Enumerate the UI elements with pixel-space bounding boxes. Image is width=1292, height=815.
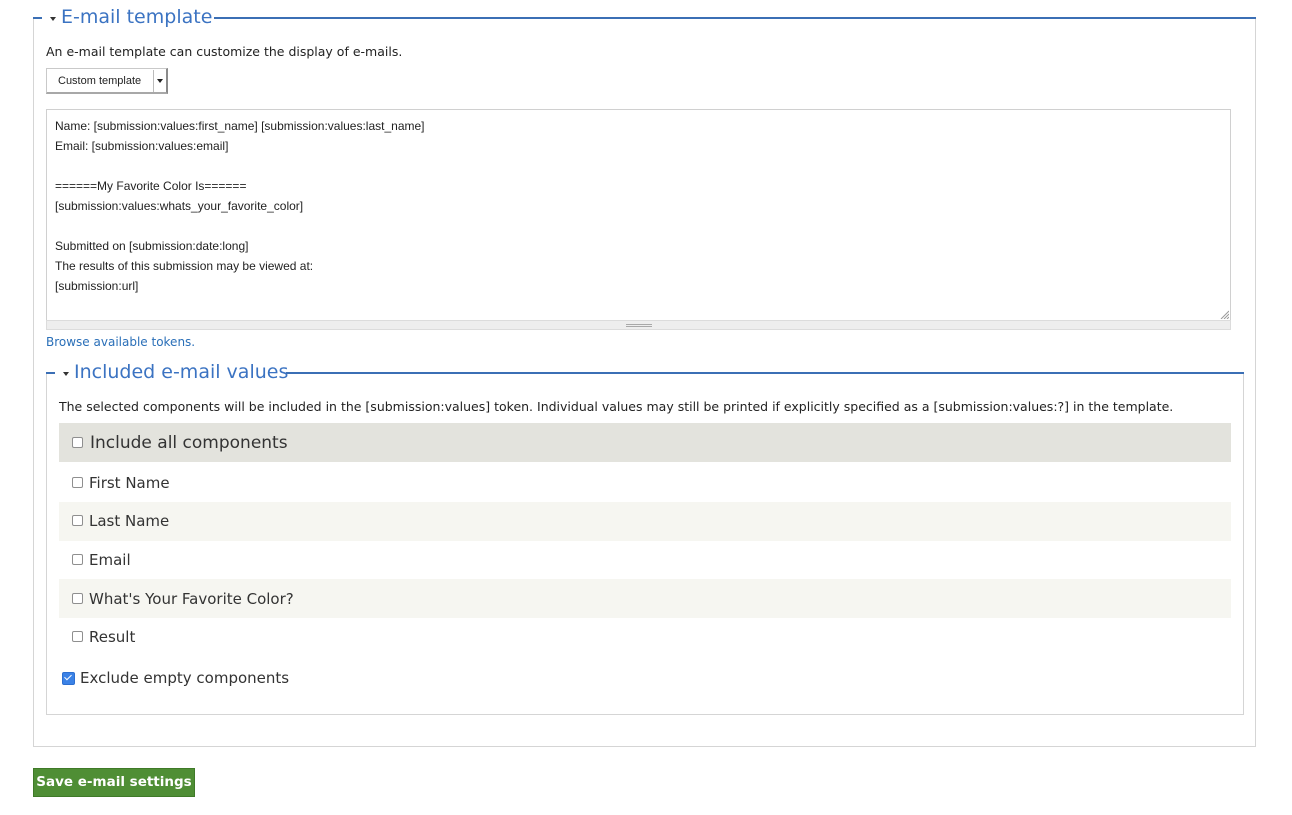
- result-checkbox[interactable]: [72, 631, 83, 642]
- component-row-email[interactable]: Email: [59, 540, 1231, 579]
- included-values-description: The selected components will be included…: [59, 399, 1174, 414]
- component-row-first-name[interactable]: First Name: [59, 463, 1231, 502]
- chevron-down-icon: [157, 79, 163, 83]
- textarea-grippie[interactable]: [46, 320, 1231, 330]
- template-line: ======My Favorite Color Is======: [55, 179, 247, 193]
- email-template-description: An e-mail template can customize the dis…: [46, 44, 403, 59]
- last-name-label: Last Name: [89, 512, 170, 530]
- included-values-legend-line-left: [46, 372, 55, 374]
- component-row-last-name[interactable]: Last Name: [59, 502, 1231, 541]
- exclude-empty-checkbox[interactable]: [62, 672, 75, 685]
- template-line: [submission:values:whats_your_favorite_c…: [55, 199, 304, 213]
- collapse-caret-icon[interactable]: [50, 17, 56, 21]
- template-line: Email: [submission:values:email]: [55, 139, 229, 153]
- select-divider: [153, 70, 154, 92]
- template-select-value: Custom template: [58, 75, 142, 87]
- email-template-legend[interactable]: E-mail template: [61, 6, 212, 28]
- collapse-caret-icon[interactable]: [63, 372, 69, 376]
- save-email-settings-button[interactable]: Save e-mail settings: [33, 768, 195, 797]
- grippie-line: [626, 324, 652, 325]
- last-name-checkbox[interactable]: [72, 515, 83, 526]
- template-line: [submission:url]: [55, 279, 139, 293]
- favorite-color-checkbox[interactable]: [72, 593, 83, 604]
- email-template-legend-line-left: [33, 17, 42, 19]
- grippie-line: [626, 326, 652, 327]
- template-textarea[interactable]: Name: [submission:values:first_name] [su…: [46, 109, 1231, 321]
- template-line: Submitted on [submission:date:long]: [55, 239, 249, 253]
- first-name-label: First Name: [89, 474, 170, 492]
- component-row-result[interactable]: Result: [59, 618, 1231, 657]
- included-values-legend[interactable]: Included e-mail values: [74, 361, 288, 383]
- email-template-legend-line-right: [214, 17, 1256, 19]
- component-row-favorite-color[interactable]: What's Your Favorite Color?: [59, 579, 1231, 618]
- include-all-label: Include all components: [90, 433, 288, 453]
- template-line: The results of this submission may be vi…: [55, 259, 314, 273]
- include-all-checkbox[interactable]: [72, 437, 83, 448]
- template-line: Name: [submission:values:first_name] [su…: [55, 119, 425, 133]
- email-checkbox[interactable]: [72, 554, 83, 565]
- favorite-color-label: What's Your Favorite Color?: [89, 590, 294, 608]
- template-select[interactable]: Custom template: [46, 68, 168, 94]
- exclude-empty-label[interactable]: Exclude empty components: [80, 669, 289, 687]
- result-label: Result: [89, 628, 136, 646]
- first-name-checkbox[interactable]: [72, 477, 83, 488]
- include-all-row[interactable]: Include all components: [59, 423, 1231, 462]
- resize-handle-icon[interactable]: [1219, 309, 1229, 319]
- email-label: Email: [89, 551, 131, 569]
- browse-tokens-link[interactable]: Browse available tokens.: [46, 335, 195, 349]
- included-values-legend-line-right: [286, 372, 1244, 374]
